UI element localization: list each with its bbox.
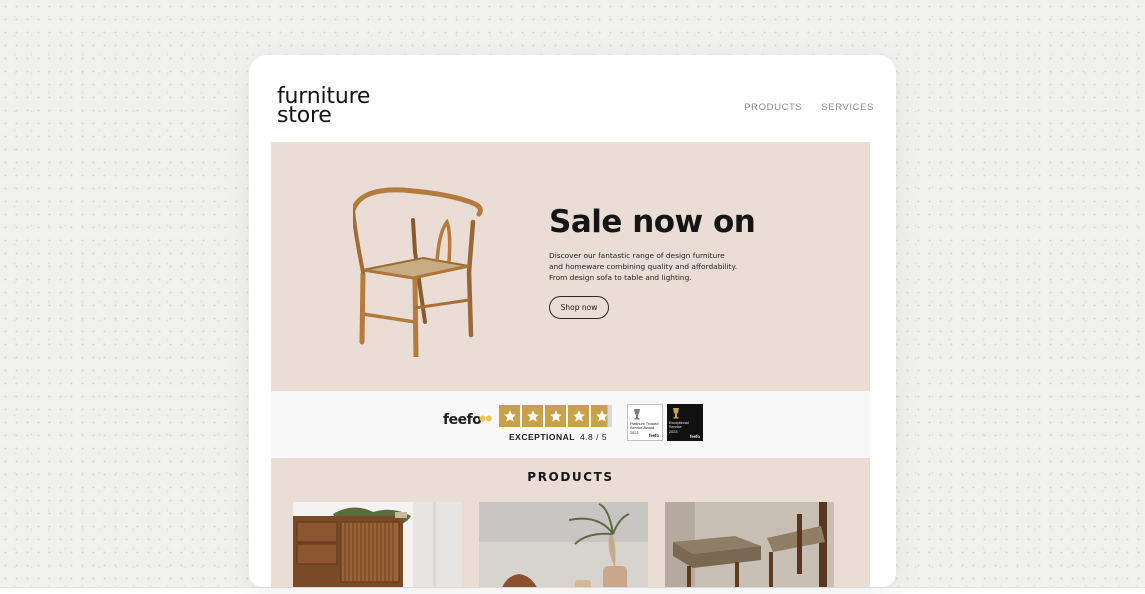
badge-brand: feefo [689, 433, 700, 439]
feefo-dots-icon [479, 415, 492, 422]
products-section: PRODUCTS [271, 458, 870, 587]
nav-products[interactable]: PRODUCTS [744, 102, 802, 113]
feefo-logo[interactable]: feefo [443, 412, 482, 428]
rating-summary: EXCEPTIONAL 4.8 / 5 [509, 432, 607, 442]
badge-brand: feefo [648, 432, 659, 438]
woven-chairs-image [665, 502, 834, 587]
platinum-award-badge[interactable]: Platinum Trusted Service Award 2023 feef… [627, 404, 663, 441]
reviews-strip: feefo EXCEPTIONAL 4.8 / 5 Platinum Trust… [271, 391, 870, 458]
trophy-icon [673, 408, 679, 419]
star-icon [545, 405, 566, 427]
bottom-bar [0, 587, 1145, 594]
website-card: furniture store PRODUCTS SERVICES Sale n [249, 55, 896, 587]
nav-services[interactable]: SERVICES [821, 102, 874, 113]
main-nav: PRODUCTS SERVICES [744, 102, 874, 113]
star-icon [591, 405, 612, 427]
star-icon [522, 405, 543, 427]
badge-title: Exceptional Service [669, 421, 689, 430]
product-card[interactable] [293, 502, 462, 587]
trophy-icon [634, 409, 640, 420]
rating-value: 4.8 / 5 [579, 432, 608, 442]
hero-title: Sale now on [549, 204, 756, 240]
star-icon [568, 405, 589, 427]
rating-label: EXCEPTIONAL [509, 432, 575, 442]
products-heading: PRODUCTS [527, 470, 614, 484]
chair-image [353, 187, 483, 357]
vase-and-plant-image [479, 502, 648, 587]
shop-now-button[interactable]: Shop now [549, 296, 609, 319]
star-icon [499, 405, 520, 427]
hero-description: Discover our fantastic range of design f… [549, 251, 738, 282]
product-card[interactable] [665, 502, 834, 587]
store-logo[interactable]: furniture store [277, 86, 370, 127]
hero-banner: Sale now on Discover our fantastic range… [271, 142, 870, 391]
product-card[interactable] [479, 502, 648, 587]
badge-title: Platinum Trusted Service Award [630, 422, 659, 431]
star-rating [499, 405, 612, 427]
exceptional-service-badge[interactable]: Exceptional Service 2023 feefo [667, 404, 703, 441]
wooden-sideboard-image [293, 502, 462, 587]
